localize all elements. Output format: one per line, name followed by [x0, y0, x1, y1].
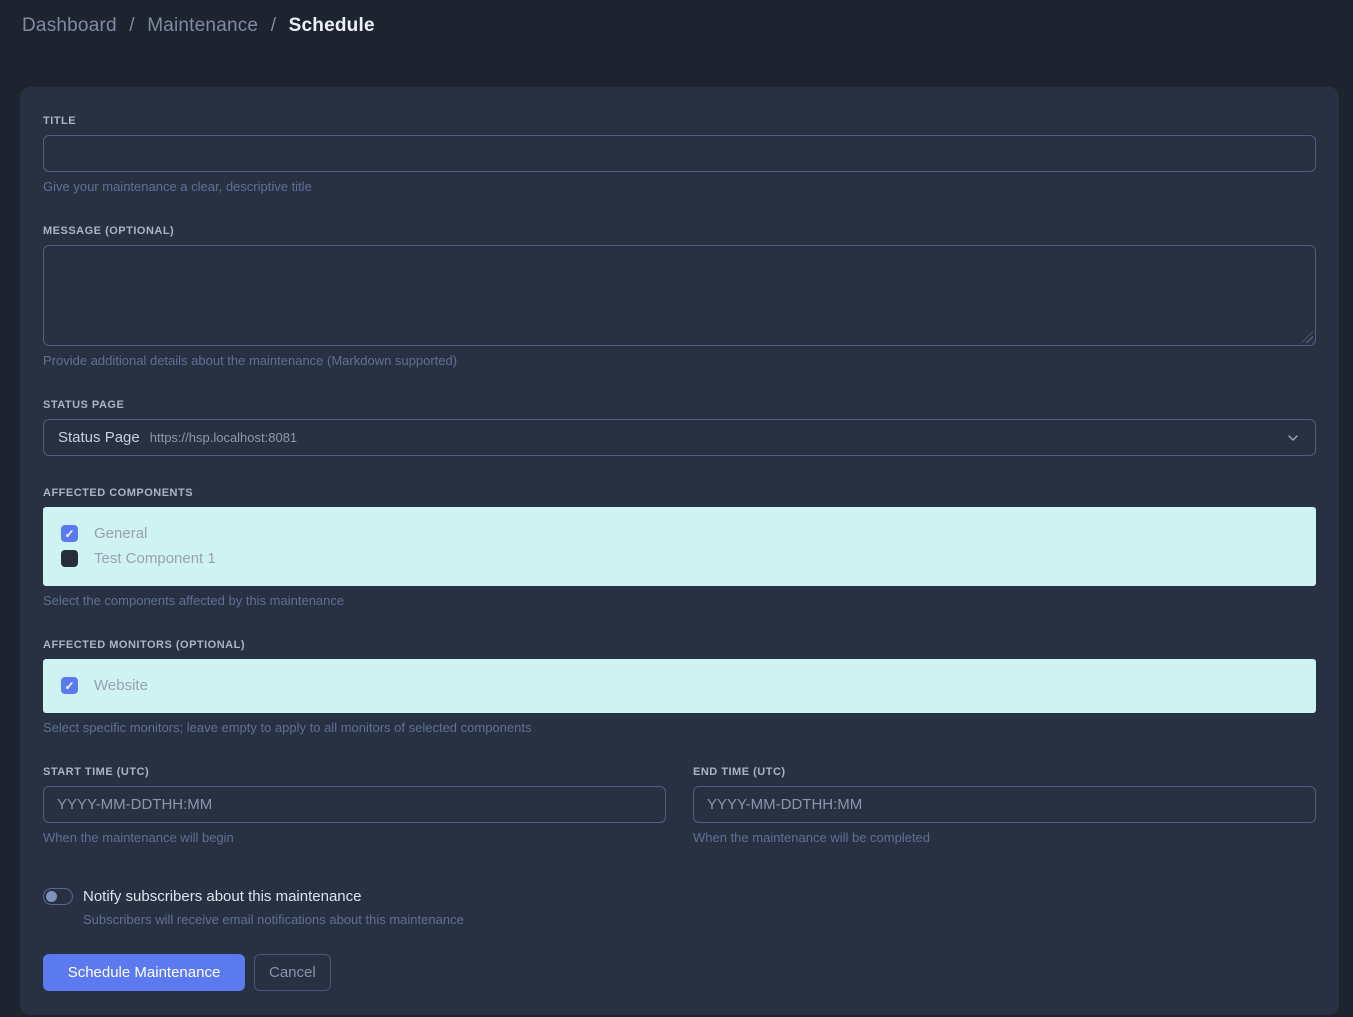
end-time-helper: When the maintenance will be completed: [693, 830, 1316, 845]
checkbox-general[interactable]: ✓: [61, 525, 78, 542]
title-label: TITLE: [43, 115, 1316, 127]
message-helper: Provide additional details about the mai…: [43, 353, 1316, 368]
message-field-group: MESSAGE (OPTIONAL) Provide additional de…: [43, 225, 1316, 368]
affected-monitors-helper: Select specific monitors; leave empty to…: [43, 720, 1316, 735]
affected-monitors-label: AFFECTED MONITORS (OPTIONAL): [43, 639, 1316, 651]
affected-components-label: AFFECTED COMPONENTS: [43, 487, 1316, 499]
component-option-label: Test Component 1: [94, 550, 216, 567]
affected-components-helper: Select the components affected by this m…: [43, 593, 1316, 608]
affected-monitors-field-group: AFFECTED MONITORS (OPTIONAL) ✓ Website S…: [43, 639, 1316, 735]
notify-subscribers-toggle[interactable]: [43, 888, 73, 905]
schedule-maintenance-form-card: TITLE Give your maintenance a clear, des…: [20, 87, 1339, 1015]
title-field-group: TITLE Give your maintenance a clear, des…: [43, 115, 1316, 194]
toggle-knob: [46, 891, 57, 902]
form-actions: Schedule Maintenance Cancel: [43, 954, 1316, 991]
component-option-test-component-1[interactable]: ✓ Test Component 1: [61, 550, 1298, 567]
affected-components-field-group: AFFECTED COMPONENTS ✓ General ✓ Test Com…: [43, 487, 1316, 608]
start-time-label: START TIME (UTC): [43, 766, 666, 778]
end-time-input[interactable]: [693, 786, 1316, 823]
message-label: MESSAGE (OPTIONAL): [43, 225, 1316, 237]
component-option-general[interactable]: ✓ General: [61, 525, 1298, 542]
time-fields-row: START TIME (UTC) When the maintenance wi…: [43, 766, 1316, 845]
status-page-select[interactable]: Status Page https://hsp.localhost:8081: [43, 419, 1316, 456]
notify-subscribers-section: Notify subscribers about this maintenanc…: [43, 888, 1316, 927]
breadcrumb-maintenance[interactable]: Maintenance: [147, 15, 258, 36]
status-page-field-group: STATUS PAGE Status Page https://hsp.loca…: [43, 399, 1316, 456]
affected-monitors-panel: ✓ Website: [43, 659, 1316, 713]
breadcrumb-separator: /: [271, 15, 276, 36]
breadcrumb-dashboard[interactable]: Dashboard: [22, 15, 117, 36]
message-textarea[interactable]: [43, 245, 1316, 346]
notify-subscribers-label: Notify subscribers about this maintenanc…: [83, 888, 361, 905]
end-time-field-group: END TIME (UTC) When the maintenance will…: [693, 766, 1316, 845]
cancel-button[interactable]: Cancel: [254, 954, 331, 991]
breadcrumb-current-schedule: Schedule: [289, 15, 375, 36]
start-time-helper: When the maintenance will begin: [43, 830, 666, 845]
checkbox-website[interactable]: ✓: [61, 677, 78, 694]
end-time-label: END TIME (UTC): [693, 766, 1316, 778]
start-time-input[interactable]: [43, 786, 666, 823]
notify-toggle-row: Notify subscribers about this maintenanc…: [43, 888, 1316, 905]
chevron-down-icon: [1285, 430, 1301, 446]
breadcrumb: Dashboard / Maintenance / Schedule: [22, 13, 1353, 38]
check-icon: ✓: [64, 528, 74, 540]
start-time-field-group: START TIME (UTC) When the maintenance wi…: [43, 766, 666, 845]
checkbox-test-component-1[interactable]: ✓: [61, 550, 78, 567]
status-page-selected-url: https://hsp.localhost:8081: [150, 430, 297, 445]
status-page-selected-name: Status Page: [58, 429, 140, 446]
monitor-option-website[interactable]: ✓ Website: [61, 677, 1298, 694]
message-textarea-wrap: [43, 245, 1316, 346]
check-icon: ✓: [64, 680, 74, 692]
notify-subscribers-helper: Subscribers will receive email notificat…: [83, 912, 1316, 927]
schedule-maintenance-button[interactable]: Schedule Maintenance: [43, 954, 245, 991]
breadcrumb-separator: /: [129, 15, 134, 36]
component-option-label: General: [94, 525, 147, 542]
affected-components-panel: ✓ General ✓ Test Component 1: [43, 507, 1316, 586]
title-input[interactable]: [43, 135, 1316, 172]
status-page-label: STATUS PAGE: [43, 399, 1316, 411]
top-bar: Dashboard / Maintenance / Schedule: [0, 0, 1353, 50]
monitor-option-label: Website: [94, 677, 148, 694]
title-helper: Give your maintenance a clear, descripti…: [43, 179, 1316, 194]
